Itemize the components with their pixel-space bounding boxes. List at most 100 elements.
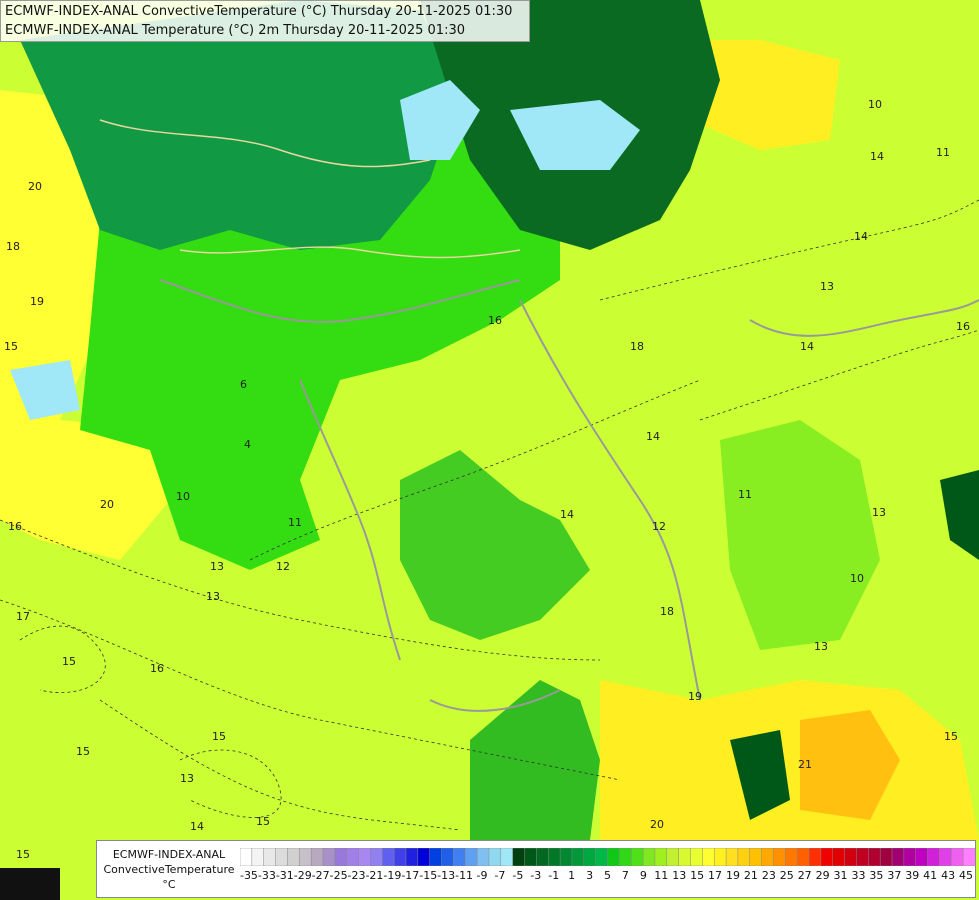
legend-swatch [630, 848, 644, 866]
contour-label: 4 [244, 438, 251, 451]
legend-caption: ECMWF-INDEX-ANAL ConvectiveTemperature °… [99, 847, 239, 892]
contour-label: 17 [16, 610, 30, 623]
legend-swatch [619, 848, 632, 866]
contour-label: 14 [560, 508, 574, 521]
legend-tick: 33 [851, 869, 866, 882]
legend-tick: -29 [293, 869, 312, 882]
legend-swatch [405, 848, 419, 866]
contour-label: 11 [738, 488, 752, 501]
legend-tick: 27 [797, 869, 812, 882]
legend-swatch [441, 848, 454, 866]
legend-swatch [512, 848, 526, 866]
contour-label: 12 [276, 560, 290, 573]
legend-tick: 45 [959, 869, 974, 882]
legend-tick: 1 [568, 869, 576, 882]
legend-swatch [358, 848, 371, 866]
legend-model: ECMWF-INDEX-ANAL [112, 848, 226, 861]
legend-swatch [962, 848, 975, 866]
legend-tick: -27 [311, 869, 330, 882]
legend-tick: -7 [494, 869, 506, 882]
legend-swatch [382, 848, 395, 866]
legend-swatch [713, 848, 727, 866]
contour-label: 16 [488, 314, 502, 327]
legend-swatch [346, 848, 360, 866]
contour-label: 16 [956, 320, 970, 333]
legend-swatch [773, 848, 786, 866]
legend-swatch [310, 848, 324, 866]
contour-label: 19 [688, 690, 702, 703]
legend-swatch [939, 848, 952, 866]
legend-swatch [429, 848, 443, 866]
legend-swatch [464, 848, 478, 866]
legend-tick-labels: -35 -33 -31 -29 -27 -25 -23 -21 -19 -17 -15 -13 -11-… [240, 869, 975, 885]
contour-label: 10 [850, 572, 864, 585]
legend-tick: -1 [548, 869, 560, 882]
contour-label: 11 [936, 146, 950, 159]
legend-swatch [393, 848, 407, 866]
legend-swatch [524, 848, 537, 866]
contour-label: 11 [288, 516, 302, 529]
contour-label: 15 [76, 745, 90, 758]
legend-tick: 9 [639, 869, 647, 882]
legend-tick: 37 [887, 869, 902, 882]
legend-swatch [915, 848, 929, 866]
legend-tick: 31 [833, 869, 848, 882]
contour-label: 6 [240, 378, 247, 391]
legend-tick: -15 [419, 869, 438, 882]
contour-label: 10 [868, 98, 882, 111]
legend-swatch [678, 848, 692, 866]
map-title-secondary: ECMWF-INDEX-ANAL Temperature (°C) 2m Thu… [5, 23, 465, 38]
legend-swatch [595, 848, 609, 866]
legend-tick: 25 [779, 869, 794, 882]
legend-tick: -19 [383, 869, 402, 882]
map-corner-fill [0, 868, 60, 900]
contour-label: 15 [16, 848, 30, 861]
legend-swatch [607, 848, 620, 866]
legend-tick: -25 [329, 869, 348, 882]
legend-swatch [536, 848, 549, 866]
contour-label: 15 [212, 730, 226, 743]
legend-swatch [299, 848, 312, 866]
legend-tick: -31 [275, 869, 294, 882]
contour-label: 15 [4, 340, 18, 353]
legend-swatch [642, 848, 656, 866]
legend-swatch [702, 848, 715, 866]
contour-label: 20 [28, 180, 42, 193]
legend-swatch [251, 848, 265, 866]
legend-swatch [868, 848, 881, 866]
legend-swatch [559, 848, 573, 866]
contour-label: 16 [150, 662, 164, 675]
legend-tick: -35 [239, 869, 258, 882]
legend-swatch [856, 848, 869, 866]
contour-label: 15 [256, 815, 270, 828]
legend-tick: 35 [869, 869, 884, 882]
weather-map: 20 18 19 15 20 16 17 15 16 15 13 14 15 1… [0, 0, 979, 900]
legend-swatch [666, 848, 680, 866]
legend-tick: -21 [365, 869, 384, 882]
legend-swatch [370, 848, 383, 866]
contour-label: 15 [944, 730, 958, 743]
legend-tick: 21 [743, 869, 758, 882]
contour-label: 13 [872, 506, 886, 519]
legend-swatch [488, 848, 502, 866]
contour-label: 21 [798, 758, 812, 771]
legend-swatch [879, 848, 893, 866]
legend-swatch [796, 848, 810, 866]
contour-label: 16 [8, 520, 22, 533]
contour-label: 18 [630, 340, 644, 353]
contour-label: 14 [870, 150, 884, 163]
legend-swatch [832, 848, 846, 866]
legend-swatch [820, 848, 834, 866]
legend-tick: -11 [455, 869, 474, 882]
legend-tick: -5 [512, 869, 524, 882]
legend-swatch [808, 848, 822, 866]
legend-swatch [927, 848, 940, 866]
contour-label: 12 [652, 520, 666, 533]
legend-tick: 17 [708, 869, 723, 882]
legend-swatch [263, 848, 277, 866]
contour-label: 14 [646, 430, 660, 443]
legend-swatch [240, 848, 253, 866]
legend-swatch [785, 848, 798, 866]
map-title-box: ECMWF-INDEX-ANAL ConvectiveTemperature (… [0, 0, 530, 42]
contour-label: 14 [800, 340, 814, 353]
